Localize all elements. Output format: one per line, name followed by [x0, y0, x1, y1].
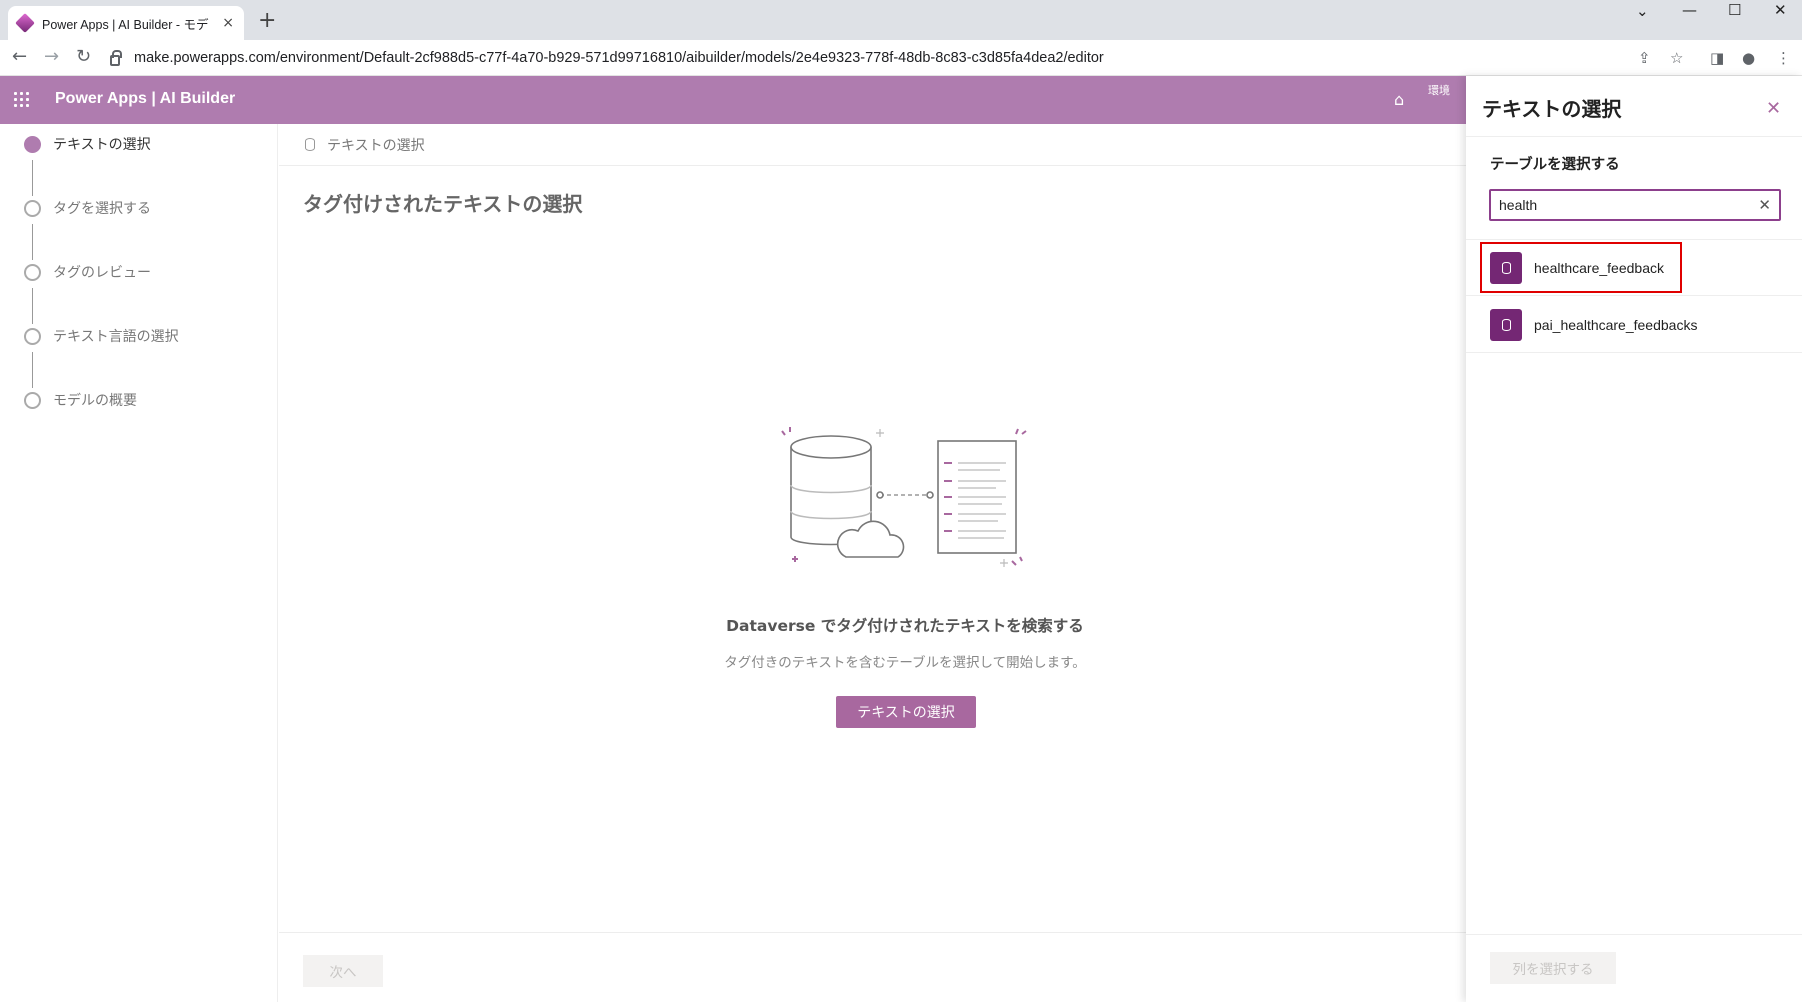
step-label: タグを選択する: [53, 201, 151, 217]
step-dot-icon: [24, 391, 41, 409]
wizard-stepper: テキストの選択 タグを選択する タグのレビュー テキスト言語の選択 モデルの概要: [0, 124, 278, 1002]
divider: [1466, 136, 1802, 137]
forward-arrow-icon[interactable]: →: [44, 46, 59, 67]
select-text-panel: テキストの選択 ✕ テーブルを選択する ✕ healthcare_feedbac…: [1466, 76, 1802, 1002]
step-label: テキストの選択: [53, 137, 151, 153]
step-select-tags[interactable]: タグを選択する: [24, 198, 151, 218]
table-search-box[interactable]: ✕: [1489, 189, 1781, 221]
browser-tabbar: Power Apps | AI Builder - モデ × + ⌄ — ☐ ✕: [0, 0, 1802, 40]
new-tab-button[interactable]: +: [258, 8, 276, 33]
page-title: タグ付けされたテキストの選択: [303, 192, 583, 216]
step-dot-icon: [24, 199, 41, 217]
step-model-summary[interactable]: モデルの概要: [24, 390, 137, 410]
step-dot-icon: [24, 263, 41, 281]
clear-search-icon[interactable]: ✕: [1758, 196, 1771, 214]
browser-menu-icon[interactable]: ⋮: [1776, 49, 1791, 67]
url-text: make.powerapps.com/environment/Default-2…: [134, 50, 1104, 66]
table-result-item[interactable]: pai_healthcare_feedbacks: [1466, 297, 1802, 353]
tab-search-chevron-icon[interactable]: ⌄: [1636, 2, 1649, 26]
next-button[interactable]: 次へ: [303, 955, 383, 987]
back-arrow-icon[interactable]: ←: [12, 46, 27, 67]
tab-close-icon[interactable]: ×: [222, 15, 234, 31]
step-select-text[interactable]: テキストの選択: [24, 134, 151, 154]
table-icon: [1490, 251, 1522, 284]
lock-icon: [110, 49, 122, 66]
app-header: Power Apps | AI Builder ⌂ 環境: [0, 76, 1466, 124]
minimize-icon[interactable]: —: [1682, 1, 1697, 25]
share-icon[interactable]: ⇪: [1638, 49, 1651, 67]
dataverse-illustration: [781, 427, 1027, 567]
table-search-input[interactable]: [1499, 197, 1759, 213]
browser-toolbar: ← → ↻ make.powerapps.com/environment/Def…: [0, 40, 1802, 76]
app-launcher-waffle-icon[interactable]: [14, 92, 30, 108]
breadcrumb: テキストの選択: [279, 124, 1466, 166]
table-result-item[interactable]: healthcare_feedback: [1466, 240, 1802, 296]
wizard-footer: 次へ: [279, 932, 1466, 1002]
environment-icon[interactable]: ⌂: [1394, 90, 1404, 109]
step-label: タグのレビュー: [53, 265, 151, 281]
side-panel-icon[interactable]: ◨: [1710, 49, 1724, 67]
bookmark-star-icon[interactable]: ☆: [1670, 49, 1683, 67]
database-icon: [305, 138, 315, 151]
step-connector: [32, 224, 33, 260]
step-connector: [32, 352, 33, 388]
step-connector: [32, 288, 33, 324]
step-select-language[interactable]: テキスト言語の選択: [24, 326, 179, 346]
step-dot-icon: [24, 135, 41, 153]
step-dot-icon: [24, 327, 41, 345]
step-connector: [32, 160, 33, 196]
browser-tab[interactable]: Power Apps | AI Builder - モデ ×: [8, 6, 244, 40]
panel-close-icon[interactable]: ✕: [1766, 98, 1781, 119]
panel-title: テキストの選択: [1482, 97, 1622, 121]
table-result-label: healthcare_feedback: [1534, 259, 1664, 276]
power-apps-favicon-icon: [15, 13, 35, 33]
select-text-button[interactable]: テキストの選択: [836, 696, 976, 728]
app-title[interactable]: Power Apps | AI Builder: [55, 90, 235, 108]
profile-avatar-icon[interactable]: ●: [1742, 49, 1755, 67]
maximize-icon[interactable]: ☐: [1728, 1, 1741, 25]
select-columns-button[interactable]: 列を選択する: [1490, 952, 1616, 984]
divider: [1466, 934, 1802, 935]
environment-label[interactable]: 環境: [1428, 82, 1450, 98]
address-bar[interactable]: make.powerapps.com/environment/Default-2…: [110, 46, 1635, 70]
step-label: モデルの概要: [53, 393, 137, 409]
table-select-label: テーブルを選択する: [1490, 157, 1620, 173]
step-label: テキスト言語の選択: [53, 329, 179, 345]
breadcrumb-label: テキストの選択: [327, 137, 425, 154]
table-result-label: pai_healthcare_feedbacks: [1534, 316, 1698, 333]
empty-state-subtext: タグ付きのテキストを含むテーブルを選択して開始します。: [724, 655, 1086, 671]
window-close-icon[interactable]: ✕: [1774, 1, 1787, 25]
tab-title: Power Apps | AI Builder - モデ: [42, 17, 209, 32]
reload-icon[interactable]: ↻: [76, 46, 91, 67]
step-review-tags[interactable]: タグのレビュー: [24, 262, 151, 282]
empty-state-heading: Dataverse でタグ付けされたテキストを検索する: [726, 617, 1084, 635]
table-icon: [1490, 308, 1522, 341]
